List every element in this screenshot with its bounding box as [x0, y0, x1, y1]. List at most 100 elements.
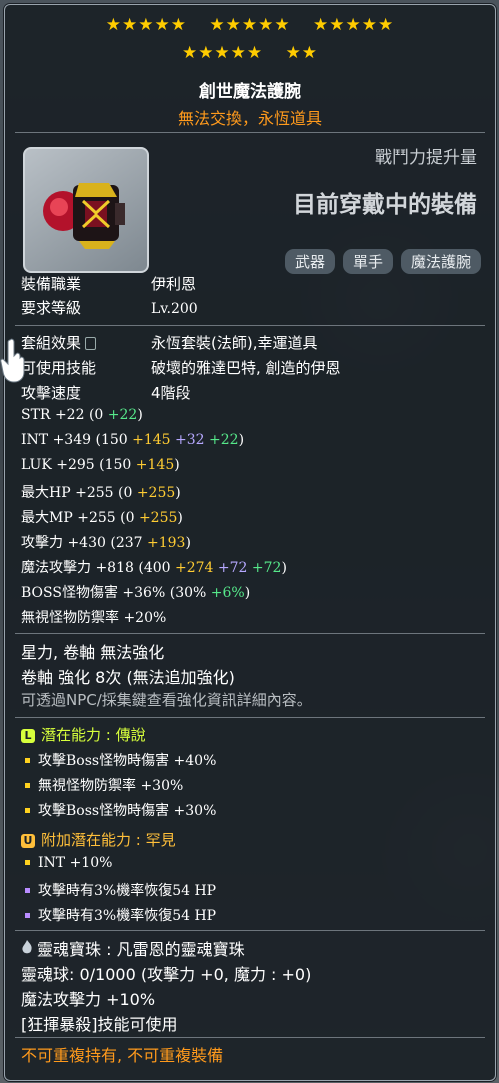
soul-header: 靈魂寶珠 : 凡雷恩的靈魂寶珠 [21, 936, 245, 960]
soul-skill: [狂揮暴殺]技能可使用 [21, 1015, 178, 1034]
potential-line: 攻擊時有3%機率恢復54 HP [21, 880, 216, 900]
attack-speed-label: 攻擊速度 [21, 384, 82, 402]
potential-line: 攻擊Boss怪物時傷害 +30% [21, 800, 216, 820]
stat-base: (150 [95, 432, 128, 448]
stat-close: ) [174, 457, 180, 473]
stat-row: 攻擊力 +430 (237 +193) [21, 532, 191, 552]
item-tooltip: ★★★★★ ★★★★★ ★★★★★ ★★★★★ ★★ 創世魔法護腕 無法交換，永… [4, 4, 496, 1081]
combat-power-label: 戰鬥力提升量 [375, 148, 477, 168]
star-force-row-2: ★★★★★ ★★ [5, 43, 495, 63]
usable-skill-value: 破壞的雅達巴特, 創造的伊恩 [151, 359, 341, 377]
stat-total: +36% [122, 585, 166, 601]
stat-label: 攻擊力 [21, 535, 63, 551]
stat-total: +818 [95, 560, 134, 576]
stat-total: +22 [54, 407, 85, 423]
usable-skill-label: 可使用技能 [21, 359, 97, 377]
hand-cursor-icon [0, 338, 28, 384]
stat-total: +349 [52, 432, 92, 448]
star-group: ★★★★★ [313, 15, 395, 35]
stat-bonus: +193 [147, 535, 186, 551]
divider [15, 1037, 485, 1038]
item-tags: 武器 單手 魔法護腕 [284, 249, 481, 274]
potential-legendary-icon: L [21, 728, 35, 743]
stat-row: STR +22 (0 +22) [21, 407, 143, 423]
stat-label: 最大HP [21, 485, 71, 501]
additional-potential-icon: U [21, 833, 35, 848]
stat-base: (150 [99, 457, 132, 473]
potential-line: 無視怪物防禦率 +30% [21, 775, 183, 795]
soul-option: 魔法攻擊力 +10% [21, 990, 156, 1009]
stat-bonus: +22 [107, 407, 138, 423]
lock-icon [85, 337, 97, 350]
potential-line: 攻擊Boss怪物時傷害 +40% [21, 750, 216, 770]
potential-header: L 潛在能力 : 傳說 [21, 724, 146, 745]
stat-base: (0 [118, 485, 133, 501]
item-icon-frame [23, 147, 149, 273]
soul-gauge: 靈魂球: 0/1000 (攻擊力 +0, 魔力 : +0) [21, 965, 312, 984]
potential-title: 潛在能力 : 傳說 [41, 726, 146, 744]
additional-potential-header: U 附加潛在能力 : 罕見 [21, 829, 176, 850]
stat-bonus: +32 [175, 432, 205, 448]
divider [15, 132, 485, 133]
stat-base: (30% [169, 585, 207, 601]
bullet-icon [25, 887, 30, 893]
stat-row: LUK +295 (150 +145) [21, 457, 180, 473]
star-group: ★★★★★ [209, 15, 291, 35]
stat-bonus: +145 [132, 432, 171, 448]
stat-row: BOSS怪物傷害 +36% (30% +6%) [21, 582, 250, 602]
tag-weapon: 武器 [284, 249, 335, 274]
bullet-icon [25, 757, 30, 763]
enhance-info-hint: 可透過NPC/採集鍵查看強化資訊詳細內容。 [21, 691, 312, 709]
stat-label: BOSS怪物傷害 [21, 585, 118, 601]
stat-bonus: +22 [209, 432, 239, 448]
stat-row: 無視怪物防禦率 +20% [21, 607, 166, 627]
stat-bonus: +6% [210, 585, 245, 601]
stat-total: +430 [67, 535, 106, 551]
stat-label: INT [21, 432, 49, 448]
stat-bonus: +274 [175, 560, 214, 576]
currently-equipped-label: 目前穿戴中的裝備 [293, 192, 477, 218]
tag-one-handed: 單手 [342, 249, 393, 274]
potential-line-text: 無視怪物防禦率 +30% [38, 778, 184, 794]
set-effect-row: 套組效果 永恆套裝(法師),幸運道具 [21, 332, 317, 353]
bullet-icon [25, 782, 30, 788]
stat-total: +255 [77, 510, 116, 526]
req-level-label: 要求等級 [21, 299, 82, 317]
stat-bonus: +72 [217, 560, 248, 576]
stat-label: 無視怪物防禦率 [21, 610, 119, 626]
stat-row: 魔法攻擊力 +818 (400 +274 +72 +72) [21, 557, 287, 577]
stat-total: +295 [56, 457, 95, 473]
bullet-icon [25, 912, 30, 918]
stat-close: ) [281, 560, 287, 576]
scroll-upgrade-status: 卷軸 強化 8次 (無法追加強化) [21, 668, 235, 687]
enhance-status: 星力, 卷軸 無法強化 [21, 643, 165, 662]
stat-close: ) [175, 485, 181, 501]
stat-bonus: +255 [138, 510, 178, 526]
star-group: ★★★★★ [105, 15, 187, 35]
potential-line-text: 攻擊Boss怪物時傷害 +40% [38, 753, 217, 769]
stat-row: INT +349 (150 +145 +32 +22) [21, 432, 244, 448]
stat-close: ) [177, 510, 183, 526]
set-effect-label: 套組效果 [21, 334, 82, 352]
stat-bonus: +72 [251, 560, 282, 576]
star-force-row-1: ★★★★★ ★★★★★ ★★★★★ [5, 15, 495, 35]
attack-speed-value: 4階段 [151, 384, 191, 402]
stat-label: 魔法攻擊力 [21, 560, 91, 576]
attack-speed-row: 攻擊速度 4階段 [21, 382, 191, 403]
req-job-row: 裝備職業 伊利恩 [21, 273, 196, 294]
req-level-row: 要求等級 Lv.200 [21, 297, 198, 318]
potential-line: 攻擊時有3%機率恢復54 HP [21, 905, 216, 925]
flame-icon [21, 940, 33, 959]
set-effect-value: 永恆套裝(法師),幸運道具 [151, 334, 318, 352]
stat-total: +20% [123, 610, 167, 626]
stat-label: LUK [21, 457, 52, 473]
usable-skill-row: 可使用技能 破壞的雅達巴特, 創造的伊恩 [21, 357, 341, 378]
potential-line-text: INT +10% [38, 855, 113, 871]
divider [15, 717, 485, 718]
stat-row: 最大MP +255 (0 +255) [21, 507, 183, 527]
stat-base: (0 [88, 407, 104, 423]
bullet-icon [25, 859, 30, 865]
stat-base: (237 [110, 535, 143, 551]
stat-close: ) [238, 432, 245, 448]
unique-equip-note: 不可重複持有, 不可重複裝備 [21, 1046, 224, 1065]
